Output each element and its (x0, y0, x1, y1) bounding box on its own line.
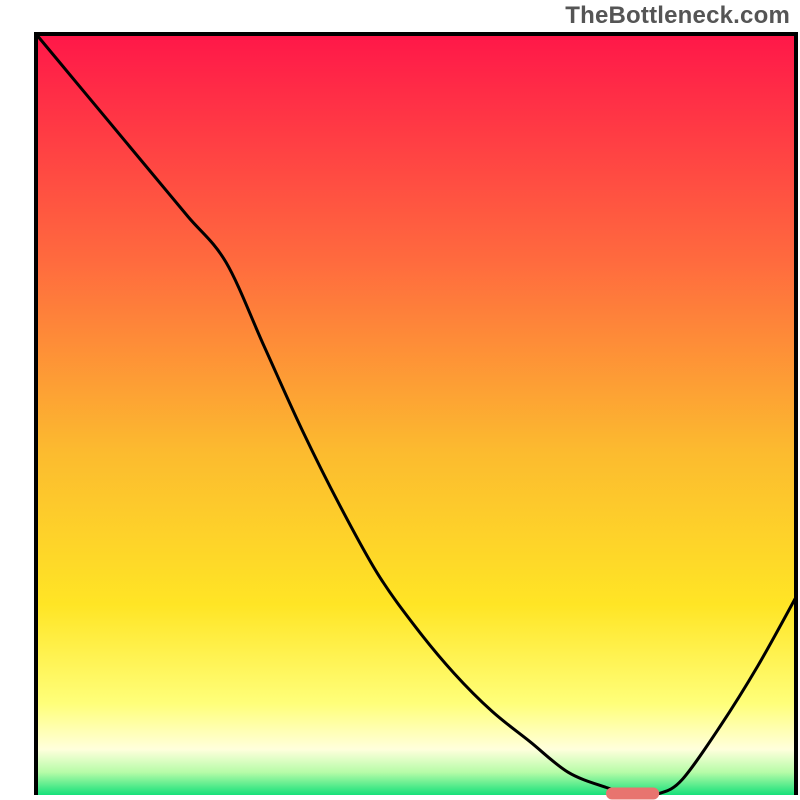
gradient-background (36, 34, 796, 795)
optimal-range-marker (606, 787, 659, 799)
bottleneck-curve-chart (0, 0, 800, 800)
watermark-text: TheBottleneck.com (565, 2, 790, 30)
plot-area (36, 34, 796, 799)
chart-container: TheBottleneck.com (0, 0, 800, 800)
